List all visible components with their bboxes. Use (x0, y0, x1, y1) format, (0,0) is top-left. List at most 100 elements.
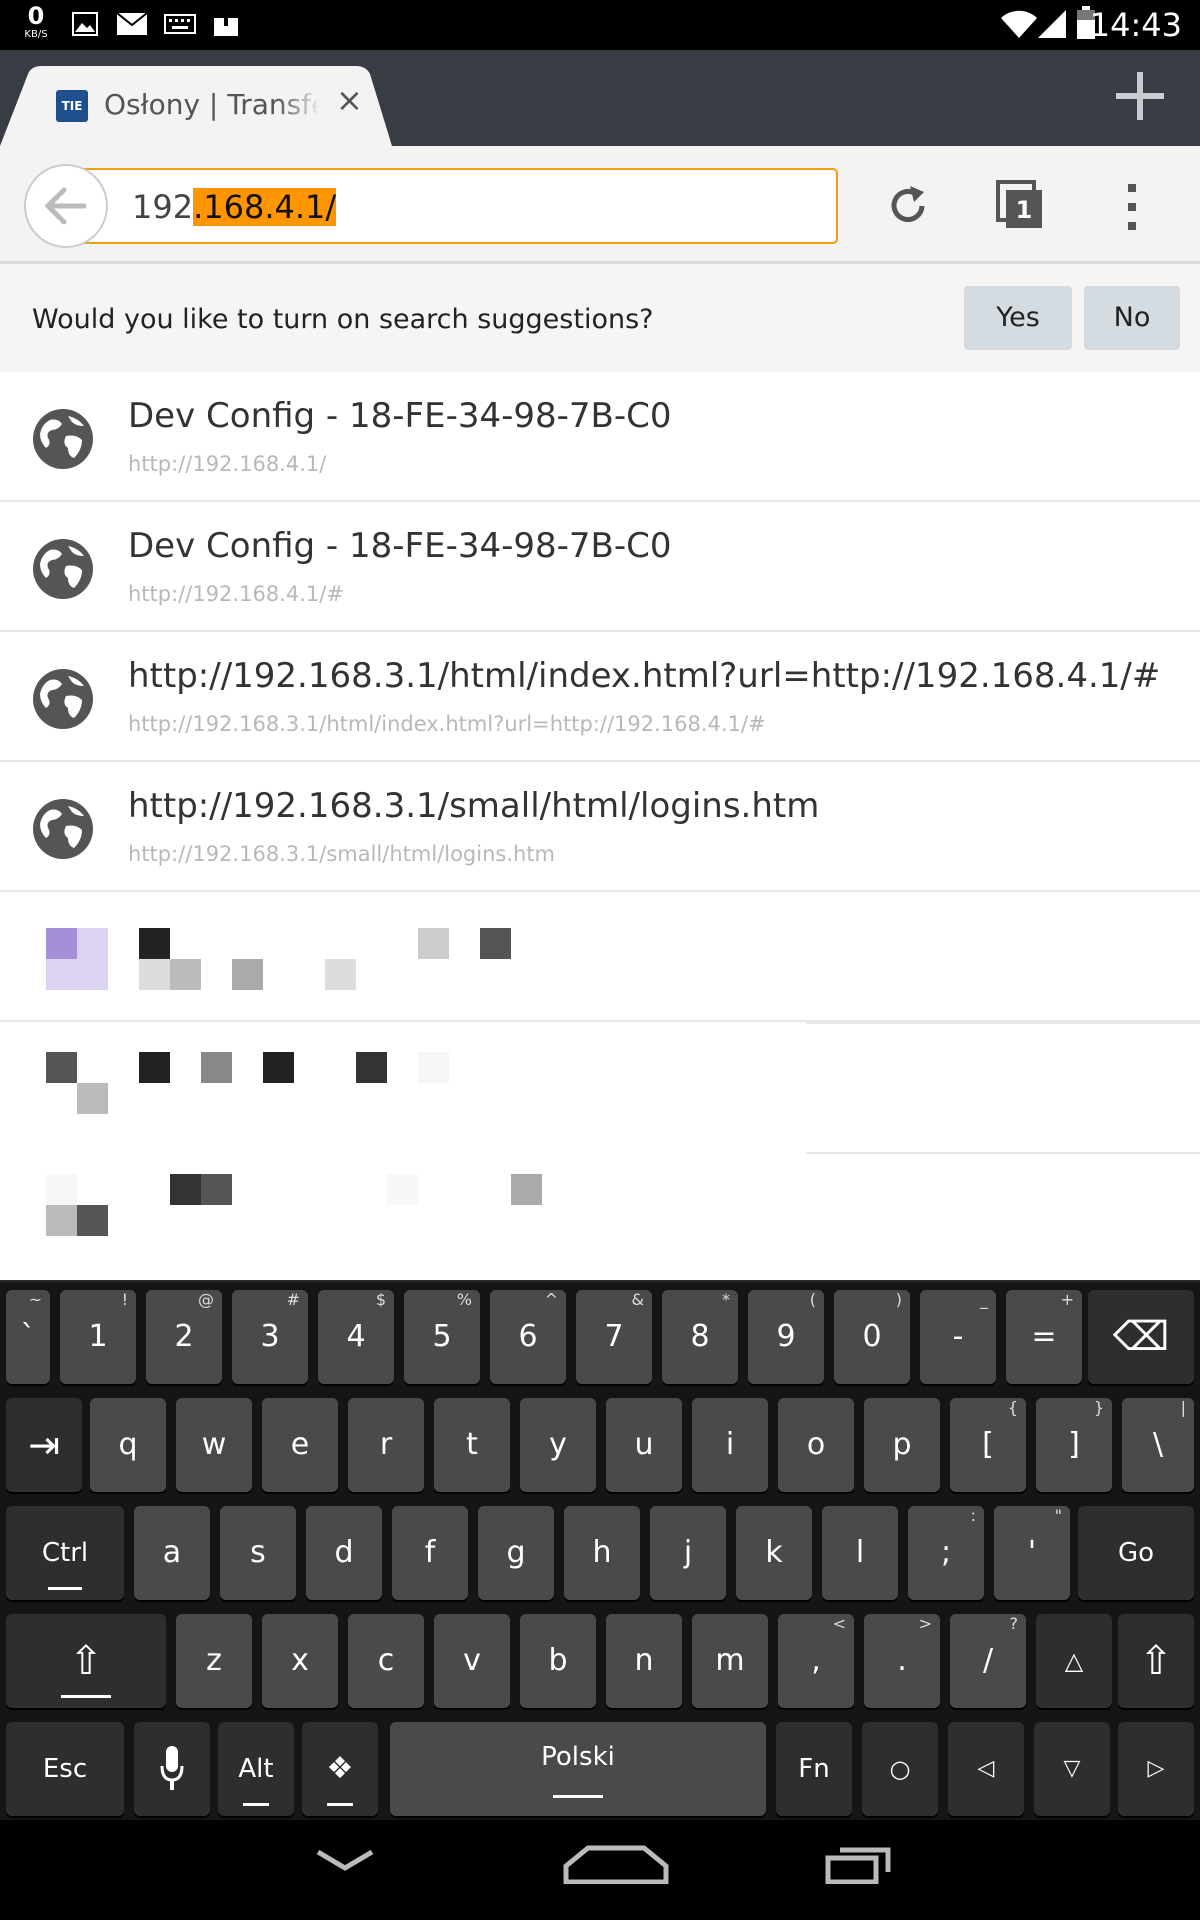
key-slash[interactable]: ? / (950, 1614, 1026, 1708)
overflow-menu-icon[interactable] (1120, 182, 1144, 232)
key-m[interactable]: m (692, 1614, 768, 1708)
home-icon[interactable] (562, 1844, 670, 1884)
esc-key[interactable]: Esc (6, 1722, 124, 1816)
key-k[interactable]: k (736, 1506, 812, 1600)
arrow-left-key[interactable]: ◁ (948, 1722, 1024, 1816)
key-e[interactable]: e (262, 1398, 338, 1492)
hide-keyboard-icon[interactable] (314, 1844, 376, 1874)
key-p[interactable]: p (864, 1398, 940, 1492)
redacted-suggestion-row[interactable] (0, 1152, 1200, 1282)
key-0[interactable]: ) 0 (834, 1290, 910, 1384)
key-right-bracket[interactable]: }] (1036, 1398, 1112, 1492)
key-7[interactable]: & 7 (576, 1290, 652, 1384)
key-x[interactable]: x (262, 1614, 338, 1708)
key-q[interactable]: q (90, 1398, 166, 1492)
shift-left-key[interactable]: ⇧ (6, 1614, 166, 1708)
key-8[interactable]: * 8 (662, 1290, 738, 1384)
key-comma[interactable]: <, (778, 1614, 854, 1708)
arrow-right-key[interactable]: ▷ (1118, 1722, 1194, 1816)
key-minus[interactable]: _ - (920, 1290, 996, 1384)
go-key[interactable]: Go (1078, 1506, 1194, 1600)
key-label: ' (1027, 1535, 1037, 1570)
url-bar[interactable]: 192.168.4.1/ (60, 168, 838, 244)
reload-icon[interactable] (884, 182, 932, 230)
key-label: c (377, 1643, 395, 1678)
key-apostrophe[interactable]: " ' (994, 1506, 1070, 1600)
arrow-up-key[interactable]: △ (1036, 1614, 1112, 1708)
key-semicolon[interactable]: :; (908, 1506, 984, 1600)
key-equals[interactable]: + = (1006, 1290, 1082, 1384)
key-w[interactable]: w (176, 1398, 252, 1492)
redacted-suggestion-row[interactable] (0, 892, 1200, 1022)
arrow-down-key[interactable]: ▽ (1034, 1722, 1110, 1816)
key-indicator (61, 1695, 111, 1698)
recent-apps-icon[interactable] (824, 1844, 892, 1884)
key-h[interactable]: h (564, 1506, 640, 1600)
key-l[interactable]: l (822, 1506, 898, 1600)
redacted-block (480, 928, 511, 959)
key-1[interactable]: ! 1 (60, 1290, 136, 1384)
key-label: w (201, 1427, 227, 1462)
circle-key[interactable]: ○ (862, 1722, 938, 1816)
new-tab-icon[interactable] (1112, 68, 1168, 124)
backspace-key[interactable]: ⌫ (1088, 1290, 1194, 1384)
ctrl-key[interactable]: Ctrl (6, 1506, 124, 1600)
redacted-block (46, 959, 77, 990)
key-9[interactable]: (9 (748, 1290, 824, 1384)
key-o[interactable]: o (778, 1398, 854, 1492)
key-i[interactable]: i (692, 1398, 768, 1492)
key-c[interactable]: c (348, 1614, 424, 1708)
key-backtick[interactable]: ~ ` (6, 1290, 50, 1384)
key-5[interactable]: % 5 (404, 1290, 480, 1384)
space-key[interactable]: Polski (390, 1722, 766, 1816)
tab-key[interactable]: ⇥ (6, 1398, 82, 1492)
key-r[interactable]: r (348, 1398, 424, 1492)
key-y[interactable]: y (520, 1398, 596, 1492)
suggestion-url: http://192.168.3.1/html/index.html?url=h… (128, 712, 766, 736)
back-button[interactable] (24, 164, 108, 248)
browser-tab[interactable]: TIE Osłony | Transfer × (0, 66, 392, 146)
arrow-down-icon: ▽ (1063, 1756, 1081, 1781)
key-n[interactable]: n (606, 1614, 682, 1708)
key-period[interactable]: >. (864, 1614, 940, 1708)
key-j[interactable]: j (650, 1506, 726, 1600)
tab-strip: TIE Osłony | Transfer × (0, 50, 1200, 146)
key-g[interactable]: g (478, 1506, 554, 1600)
tab-close-icon[interactable]: × (336, 84, 363, 116)
alt-key[interactable]: Alt (218, 1722, 294, 1816)
settings-key[interactable]: ❖ (302, 1722, 378, 1816)
microphone-key[interactable] (134, 1722, 210, 1816)
key-v[interactable]: v (434, 1614, 510, 1708)
shift-right-key[interactable]: ⇧ (1118, 1614, 1194, 1708)
backspace-icon: ⌫ (1112, 1314, 1170, 1360)
key-2[interactable]: @2 (146, 1290, 222, 1384)
yes-button[interactable]: Yes (964, 286, 1072, 350)
suggestion-row[interactable]: Dev Config - 18-FE-34-98-7B-C0 http://19… (0, 372, 1200, 502)
key-a[interactable]: a (134, 1506, 210, 1600)
tabs-counter-button[interactable]: 1 (996, 180, 1044, 230)
redacted-suggestion-row[interactable] (0, 1022, 1200, 1152)
key-z[interactable]: z (176, 1614, 252, 1708)
key-6[interactable]: ^ 6 (490, 1290, 566, 1384)
suggestion-row[interactable]: Dev Config - 18-FE-34-98-7B-C0 http://19… (0, 502, 1200, 632)
key-t[interactable]: t (434, 1398, 510, 1492)
key-hint: ( (809, 1290, 816, 1309)
suggestion-row[interactable]: http://192.168.3.1/html/index.html?url=h… (0, 632, 1200, 762)
redacted-block (46, 1205, 77, 1236)
key-4[interactable]: $4 (318, 1290, 394, 1384)
key-s[interactable]: s (220, 1506, 296, 1600)
key-d[interactable]: d (306, 1506, 382, 1600)
fn-key[interactable]: Fn (776, 1722, 852, 1816)
key-label: ` (20, 1319, 36, 1354)
suggestion-row[interactable]: http://192.168.3.1/small/html/logins.htm… (0, 762, 1200, 892)
key-b[interactable]: b (520, 1614, 596, 1708)
key-hint: < (832, 1614, 846, 1633)
key-backslash[interactable]: | \ (1122, 1398, 1194, 1492)
url-input[interactable]: 192.168.4.1/ (132, 188, 337, 226)
key-3[interactable]: #3 (232, 1290, 308, 1384)
key-left-bracket[interactable]: {[ (950, 1398, 1026, 1492)
key-u[interactable]: u (606, 1398, 682, 1492)
key-f[interactable]: f (392, 1506, 468, 1600)
no-button[interactable]: No (1084, 286, 1180, 350)
key-label: Go (1117, 1538, 1155, 1568)
